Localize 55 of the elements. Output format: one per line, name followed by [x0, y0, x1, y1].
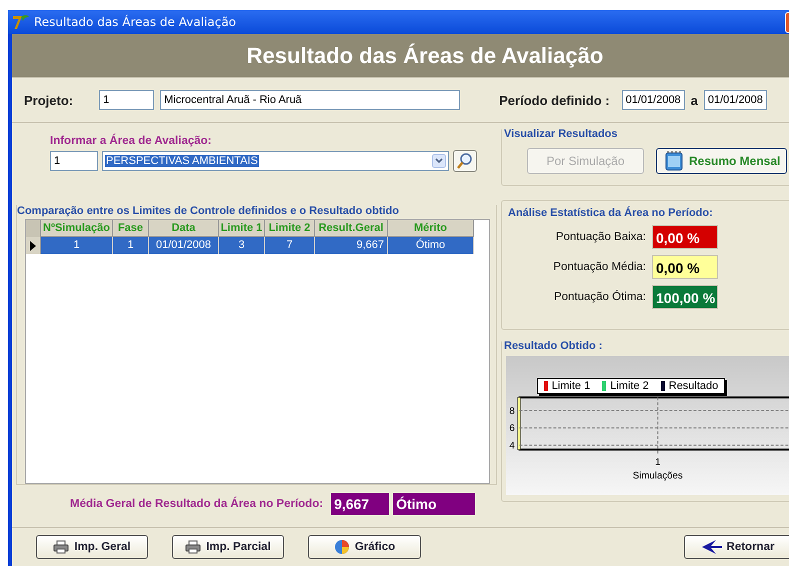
table-cell: Ótimo: [388, 237, 474, 254]
legend-label: Limite 2: [610, 380, 649, 392]
period-label: Período definido :: [499, 92, 610, 108]
end-date-field[interactable]: 01/01/2008: [704, 90, 767, 110]
back-arrow-icon: [702, 540, 722, 554]
view-button[interactable]: Resumo Mensal: [656, 148, 788, 174]
table-cell: 1: [113, 237, 149, 254]
average-value: 9,667: [331, 493, 390, 515]
app-icon: [12, 14, 30, 30]
legend-label: Limite 1: [552, 380, 590, 392]
printer-icon: [185, 540, 202, 554]
average-label: Média Geral de Resultado da Área no Período:: [70, 498, 324, 510]
footer-button[interactable]: Retornar: [684, 535, 789, 559]
area-label: Informar a Área de Avaliação:: [50, 135, 212, 147]
row-header-corner: [26, 220, 41, 237]
y-tick-label: 8: [509, 406, 515, 417]
group-title: Visualizar Resultados: [502, 128, 789, 140]
window-title: Resultado das Áreas de Avaliação: [34, 15, 236, 29]
table-cell: 1: [41, 237, 113, 254]
project-code-field[interactable]: 1: [99, 90, 154, 110]
project-name-field[interactable]: Microcentral Aruã - Rio Aruã: [160, 90, 460, 110]
header-title: Resultado das Áreas de Avaliação: [246, 42, 604, 68]
x-axis-title: Simulações: [632, 470, 683, 482]
score-label: Pontuação Ótima:: [554, 291, 646, 303]
footer-button[interactable]: Imp. Parcial: [172, 535, 284, 559]
area-dropdown[interactable]: PERSPECTIVAS AMBIENTAIS: [102, 151, 449, 171]
score-value: 0,00 %: [652, 255, 718, 279]
search-icon: [456, 152, 474, 170]
table-cell: 9,667: [315, 237, 388, 254]
table-cell: 7: [265, 237, 315, 254]
y-tick-label: 4: [509, 440, 515, 452]
table-row[interactable]: 1 1 01/01/2008 3 7 9,667 Ótimo: [26, 237, 489, 254]
table-cell: 01/01/2008: [149, 237, 219, 254]
footer-button[interactable]: Gráfico: [308, 535, 421, 559]
date-separator: a: [690, 92, 698, 108]
x-tick-label: 1: [655, 457, 660, 468]
score-value: 0,00 %: [652, 225, 718, 249]
start-date-field[interactable]: 01/01/2008: [622, 90, 685, 110]
axis-wall: [517, 397, 521, 450]
row-pointer-icon: [30, 240, 36, 250]
footer-button[interactable]: Imp. Geral: [36, 535, 148, 559]
search-button[interactable]: [453, 150, 477, 172]
legend-label: Resultado: [668, 380, 718, 392]
average-merit: Ótimo: [393, 493, 476, 515]
area-code-field[interactable]: 1: [50, 151, 98, 171]
y-tick-label: 6: [509, 423, 515, 434]
project-label: Projeto:: [24, 92, 74, 108]
score-label: Pontuação Baixa:: [556, 231, 646, 243]
pie-chart-icon: [334, 539, 350, 555]
group-title: Resultado Obtido :: [502, 340, 789, 352]
notepad-icon: [663, 150, 685, 172]
printer-icon: [53, 540, 70, 554]
score-value: 100,00 %: [652, 285, 718, 309]
table-cell: 3: [219, 237, 265, 254]
score-label: Pontuação Média:: [553, 261, 646, 273]
